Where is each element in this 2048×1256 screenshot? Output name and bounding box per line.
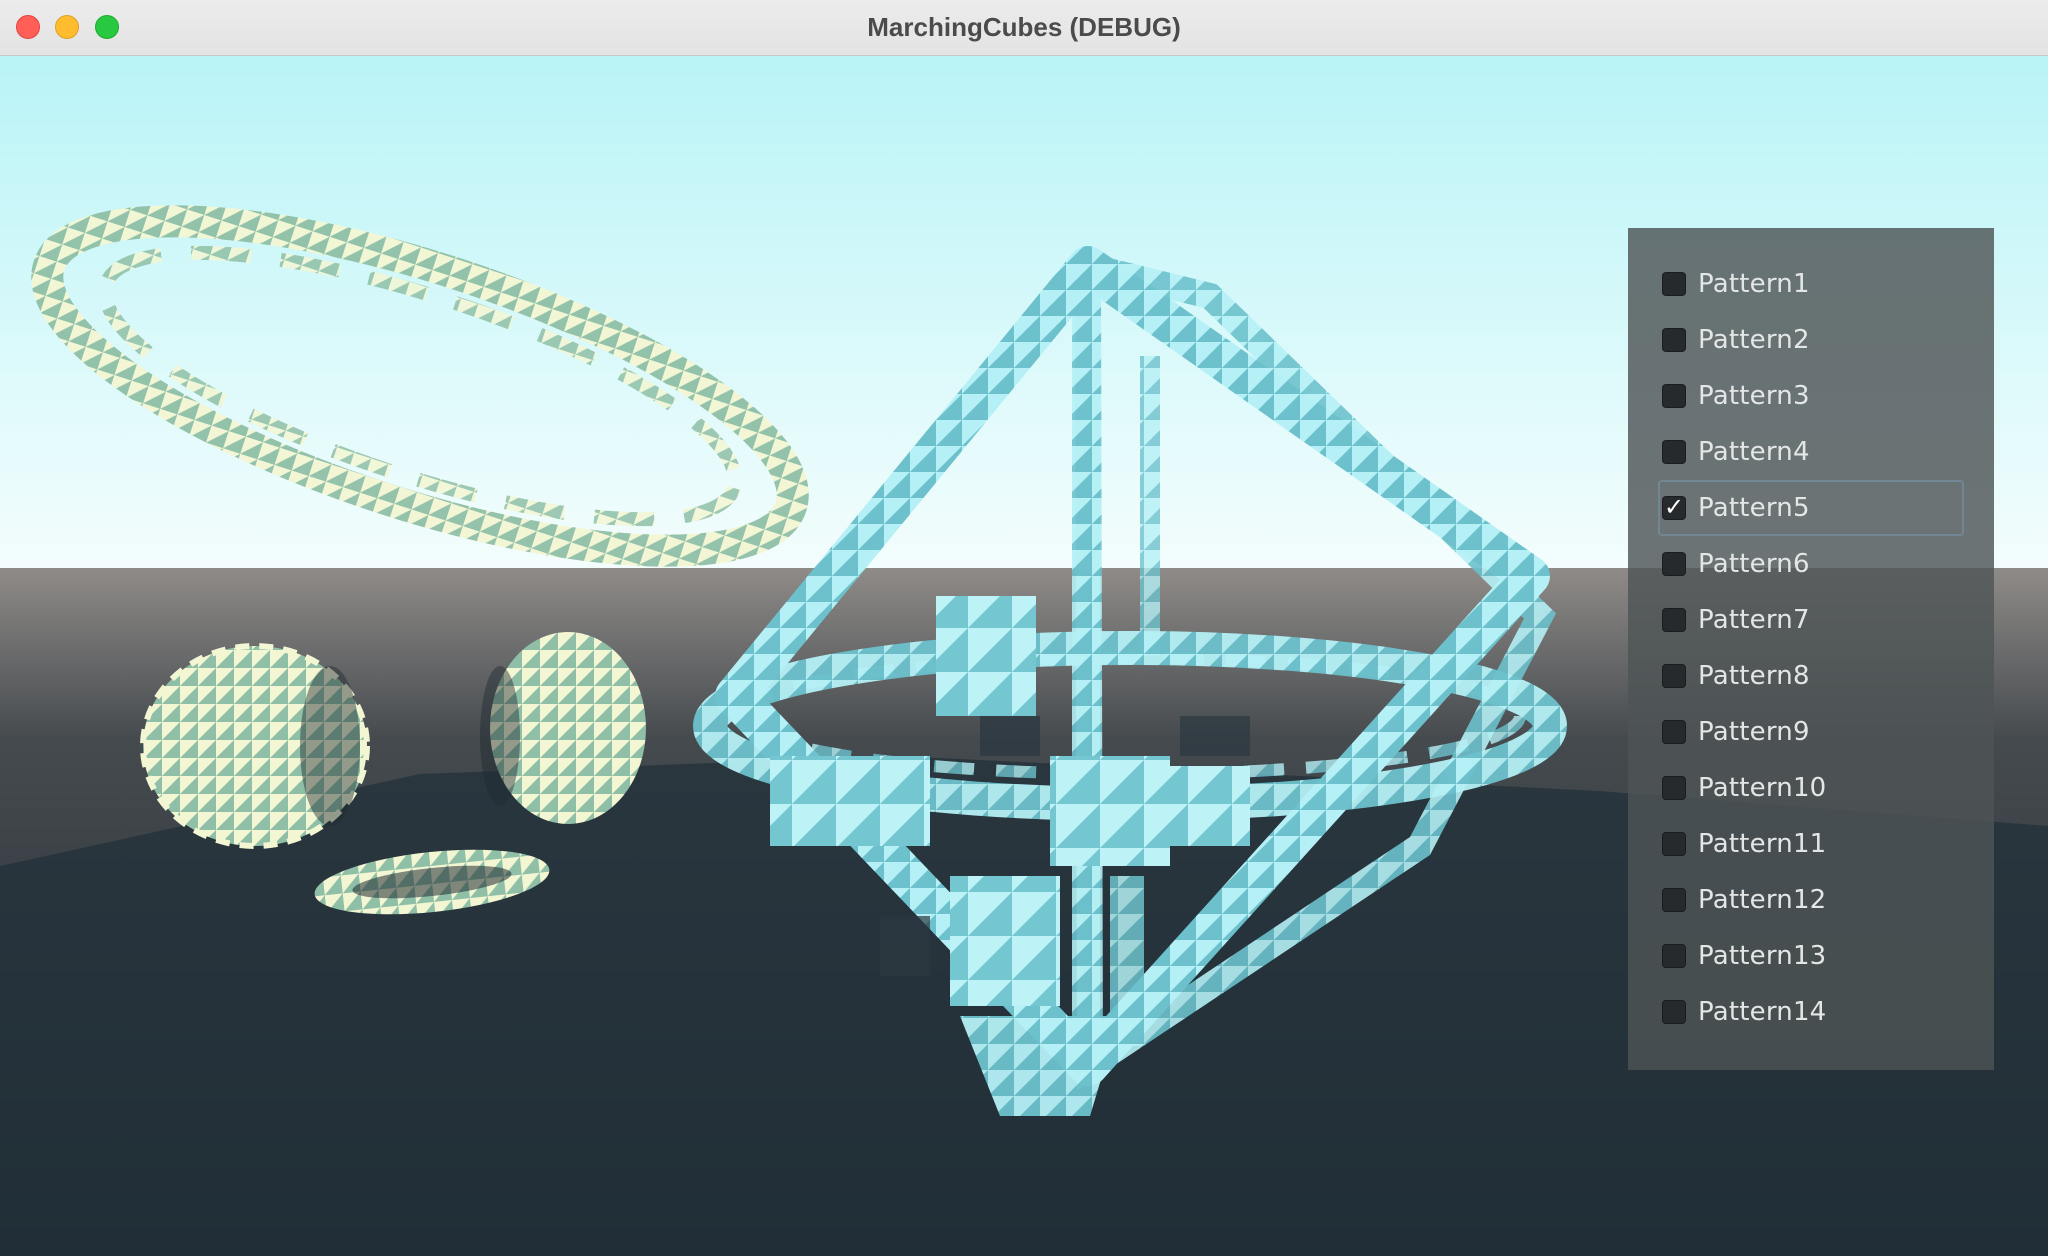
pattern-item-4[interactable]: Pattern4 xyxy=(1658,424,1964,480)
pattern-checkbox[interactable] xyxy=(1662,776,1686,800)
pattern-checkbox[interactable] xyxy=(1662,944,1686,968)
pattern-label: Pattern11 xyxy=(1698,829,1827,859)
cream-sphere-left xyxy=(140,643,370,849)
pattern-item-13[interactable]: Pattern13 xyxy=(1658,928,1964,984)
pattern-checkbox[interactable] xyxy=(1662,664,1686,688)
pattern-checkbox[interactable] xyxy=(1662,328,1686,352)
pattern-label: Pattern8 xyxy=(1698,661,1810,691)
pattern-item-6[interactable]: Pattern6 xyxy=(1658,536,1964,592)
checkmark-icon: ✓ xyxy=(1664,493,1685,521)
pattern-checkbox[interactable] xyxy=(1662,888,1686,912)
pattern-item-5[interactable]: ✓ Pattern5 xyxy=(1658,480,1964,536)
pattern-checkbox[interactable] xyxy=(1662,832,1686,856)
pattern-item-8[interactable]: Pattern8 xyxy=(1658,648,1964,704)
title-bar[interactable]: MarchingCubes (DEBUG) xyxy=(0,0,2048,56)
pattern-item-2[interactable]: Pattern2 xyxy=(1658,312,1964,368)
pattern-item-10[interactable]: Pattern10 xyxy=(1658,760,1964,816)
pattern-label: Pattern9 xyxy=(1698,717,1810,747)
pattern-checkbox[interactable] xyxy=(1662,720,1686,744)
pattern-label: Pattern4 xyxy=(1698,437,1810,467)
pattern-item-12[interactable]: Pattern12 xyxy=(1658,872,1964,928)
pattern-item-7[interactable]: Pattern7 xyxy=(1658,592,1964,648)
3d-viewport[interactable]: Pattern1 Pattern2 Pattern3 Pattern4 ✓ Pa… xyxy=(0,56,2048,1256)
pattern-checkbox[interactable] xyxy=(1662,384,1686,408)
pattern-label: Pattern5 xyxy=(1698,493,1810,523)
pattern-panel: Pattern1 Pattern2 Pattern3 Pattern4 ✓ Pa… xyxy=(1628,228,1994,1070)
pattern-item-11[interactable]: Pattern11 xyxy=(1658,816,1964,872)
pattern-label: Pattern1 xyxy=(1698,269,1810,299)
app-window: MarchingCubes (DEBUG) Pattern1 Pattern2 … xyxy=(0,0,2048,1256)
pattern-label: Pattern7 xyxy=(1698,605,1810,635)
pattern-checkbox[interactable] xyxy=(1662,1000,1686,1024)
pattern-checkbox[interactable] xyxy=(1662,272,1686,296)
pattern-checkbox[interactable] xyxy=(1662,608,1686,632)
pattern-label: Pattern12 xyxy=(1698,885,1827,915)
pattern-item-1[interactable]: Pattern1 xyxy=(1658,256,1964,312)
pattern-item-3[interactable]: Pattern3 xyxy=(1658,368,1964,424)
pattern-label: Pattern2 xyxy=(1698,325,1810,355)
pattern-item-14[interactable]: Pattern14 xyxy=(1658,984,1964,1040)
pattern-item-9[interactable]: Pattern9 xyxy=(1658,704,1964,760)
pattern-checkbox[interactable] xyxy=(1662,440,1686,464)
pattern-label: Pattern14 xyxy=(1698,997,1827,1027)
window-title: MarchingCubes (DEBUG) xyxy=(867,12,1181,42)
pattern-label: Pattern6 xyxy=(1698,549,1810,579)
pattern-label: Pattern3 xyxy=(1698,381,1810,411)
pattern-label: Pattern13 xyxy=(1698,941,1827,971)
pattern-label: Pattern10 xyxy=(1698,773,1827,803)
pattern-checkbox[interactable] xyxy=(1662,552,1686,576)
pattern-checkbox-checked[interactable]: ✓ xyxy=(1662,493,1686,521)
